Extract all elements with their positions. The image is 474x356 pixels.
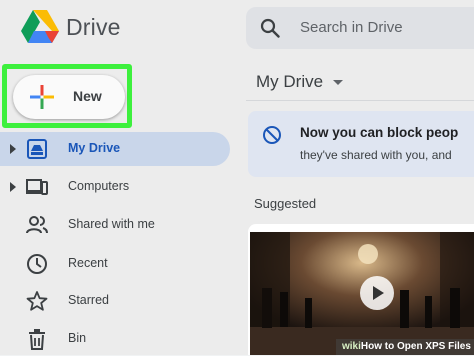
search-input[interactable]: Search in Drive bbox=[300, 19, 403, 36]
suggested-file-card[interactable] bbox=[248, 224, 474, 355]
info-banner: Now you can block peop they've shared wi… bbox=[248, 111, 474, 177]
sidebar-item-label: Bin bbox=[68, 331, 87, 345]
plus-icon bbox=[30, 85, 54, 109]
expand-arrow-icon[interactable] bbox=[10, 182, 16, 192]
sidebar-item-my-drive[interactable]: My Drive bbox=[0, 132, 230, 166]
computers-icon bbox=[26, 179, 48, 195]
my-drive-icon bbox=[27, 139, 47, 159]
google-drive-logo-icon bbox=[21, 10, 59, 43]
watermark: wikiHow to Open XPS Files bbox=[336, 339, 474, 355]
sidebar-item-recent[interactable]: Recent bbox=[0, 247, 230, 281]
sidebar-item-shared-with-me[interactable]: Shared with me bbox=[0, 208, 230, 242]
play-button[interactable] bbox=[360, 276, 394, 310]
video-thumbnail[interactable] bbox=[250, 232, 474, 355]
new-button-highlight: New bbox=[2, 64, 132, 128]
expand-arrow-icon[interactable] bbox=[10, 144, 16, 154]
chevron-down-icon[interactable] bbox=[333, 80, 343, 85]
star-icon bbox=[26, 291, 48, 311]
sidebar-item-label: My Drive bbox=[68, 141, 121, 155]
drive-window: Drive Search in Drive New My Drive Compu… bbox=[0, 0, 474, 355]
sidebar-item-starred[interactable]: Starred bbox=[0, 284, 230, 318]
clock-icon bbox=[27, 254, 47, 274]
sidebar-item-bin[interactable]: Bin bbox=[0, 322, 230, 356]
new-button-label: New bbox=[73, 88, 102, 104]
block-icon bbox=[263, 126, 281, 144]
sidebar-item-computers[interactable]: Computers bbox=[0, 170, 230, 204]
sidebar-item-label: Shared with me bbox=[68, 217, 155, 231]
sidebar-item-label: Computers bbox=[68, 179, 130, 193]
suggested-heading: Suggested bbox=[254, 196, 317, 211]
bin-icon bbox=[29, 329, 45, 350]
header-divider bbox=[246, 100, 474, 101]
sidebar-item-label: Starred bbox=[68, 293, 109, 307]
shared-with-me-icon bbox=[26, 216, 48, 234]
sidebar-item-label: Recent bbox=[68, 256, 108, 270]
search-bar[interactable]: Search in Drive bbox=[246, 7, 474, 49]
new-button[interactable]: New bbox=[13, 75, 125, 119]
watermark-prefix: wiki bbox=[342, 341, 361, 352]
app-brand: Drive bbox=[66, 14, 121, 40]
page-title[interactable]: My Drive bbox=[256, 72, 323, 92]
watermark-text: How to Open XPS Files bbox=[360, 341, 471, 352]
banner-heading: Now you can block peop bbox=[300, 125, 459, 140]
banner-text: they've shared with you, and bbox=[300, 148, 452, 162]
search-icon[interactable] bbox=[260, 18, 280, 38]
